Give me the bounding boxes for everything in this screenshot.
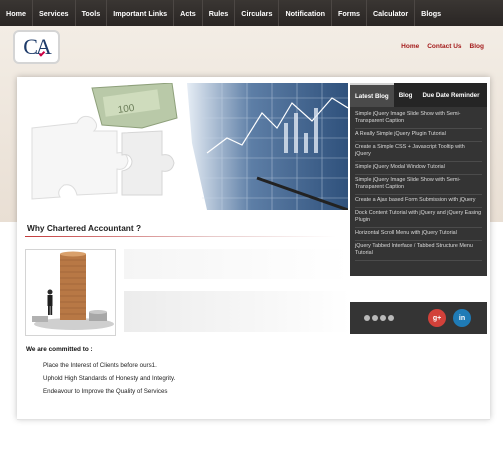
social-bar: g+ in (350, 302, 487, 334)
blog-item[interactable]: Horizontal Scroll Menu with jQuery Tutor… (355, 228, 482, 241)
nav-blogs[interactable]: Blogs (415, 0, 447, 26)
faded-content-strip (124, 249, 350, 279)
nav-calculator[interactable]: Calculator (367, 0, 416, 26)
header-link-contact-us[interactable]: Contact Us (427, 43, 461, 50)
nav-tools[interactable]: Tools (76, 0, 108, 26)
share-icons (364, 313, 400, 323)
commitment-item: Place the Interest of Clients before our… (43, 362, 157, 369)
top-navigation: Home Services Tools Important Links Acts… (0, 0, 503, 26)
banner-image: 100 (22, 83, 348, 210)
logo-text: CA (23, 34, 52, 59)
blog-item[interactable]: jQuery Tabbed Interface / Tabbed Structu… (355, 241, 482, 261)
blog-item[interactable]: Simple jQuery Modal Window Tutorial (355, 162, 482, 175)
tab-due-date-reminder[interactable]: Due Date Reminder (417, 83, 484, 107)
linkedin-icon[interactable]: in (453, 309, 471, 327)
commitments-title: We are committed to : (26, 346, 93, 353)
header-link-home[interactable]: Home (401, 43, 419, 50)
google-plus-icon[interactable]: g+ (428, 309, 446, 327)
blog-item[interactable]: A Really Simple jQuery Plugin Tutorial (355, 129, 482, 142)
panel-bottom-edge (17, 419, 490, 420)
nav-circulars[interactable]: Circulars (235, 0, 280, 26)
coins-businessman-image (25, 249, 116, 336)
faded-content-strip (124, 291, 350, 332)
nav-important-links[interactable]: Important Links (107, 0, 175, 26)
commitment-item: Endeavour to Improve the Quality of Serv… (43, 388, 168, 395)
ca-logo[interactable]: CA (13, 30, 60, 64)
latest-blog-widget: Latest Blog Blog Due Date Reminder Simpl… (350, 83, 487, 276)
blog-item[interactable]: Create a Simple CSS + Javascript Tooltip… (355, 142, 482, 162)
blog-item[interactable]: Create a Ajax based Form Submission with… (355, 195, 482, 208)
blog-item[interactable]: Simple jQuery Image Slide Show with Semi… (355, 109, 482, 129)
section-title: Why Chartered Accountant ? (27, 223, 142, 233)
tab-blog[interactable]: Blog (394, 83, 418, 107)
commitment-item: Uphold High Standards of Honesty and Int… (43, 375, 176, 382)
blog-list: Simple jQuery Image Slide Show with Semi… (350, 107, 487, 263)
commitments-list: Place the Interest of Clients before our… (43, 359, 175, 398)
nav-forms[interactable]: Forms (332, 0, 367, 26)
nav-services[interactable]: Services (33, 0, 76, 26)
section-divider (25, 236, 336, 237)
header-links: Home Contact Us Blog (401, 43, 484, 50)
blog-item[interactable]: Simple jQuery Image Slide Show with Semi… (355, 175, 482, 195)
blog-item[interactable]: Dock Content Tutorial with jQuery and jQ… (355, 208, 482, 228)
header-link-blog[interactable]: Blog (470, 43, 484, 50)
blog-tabs: Latest Blog Blog Due Date Reminder (350, 83, 487, 107)
nav-acts[interactable]: Acts (174, 0, 203, 26)
nav-home[interactable]: Home (0, 0, 33, 26)
nav-notification[interactable]: Notification (279, 0, 332, 26)
nav-rules[interactable]: Rules (203, 0, 236, 26)
tab-latest-blog[interactable]: Latest Blog (350, 83, 394, 107)
